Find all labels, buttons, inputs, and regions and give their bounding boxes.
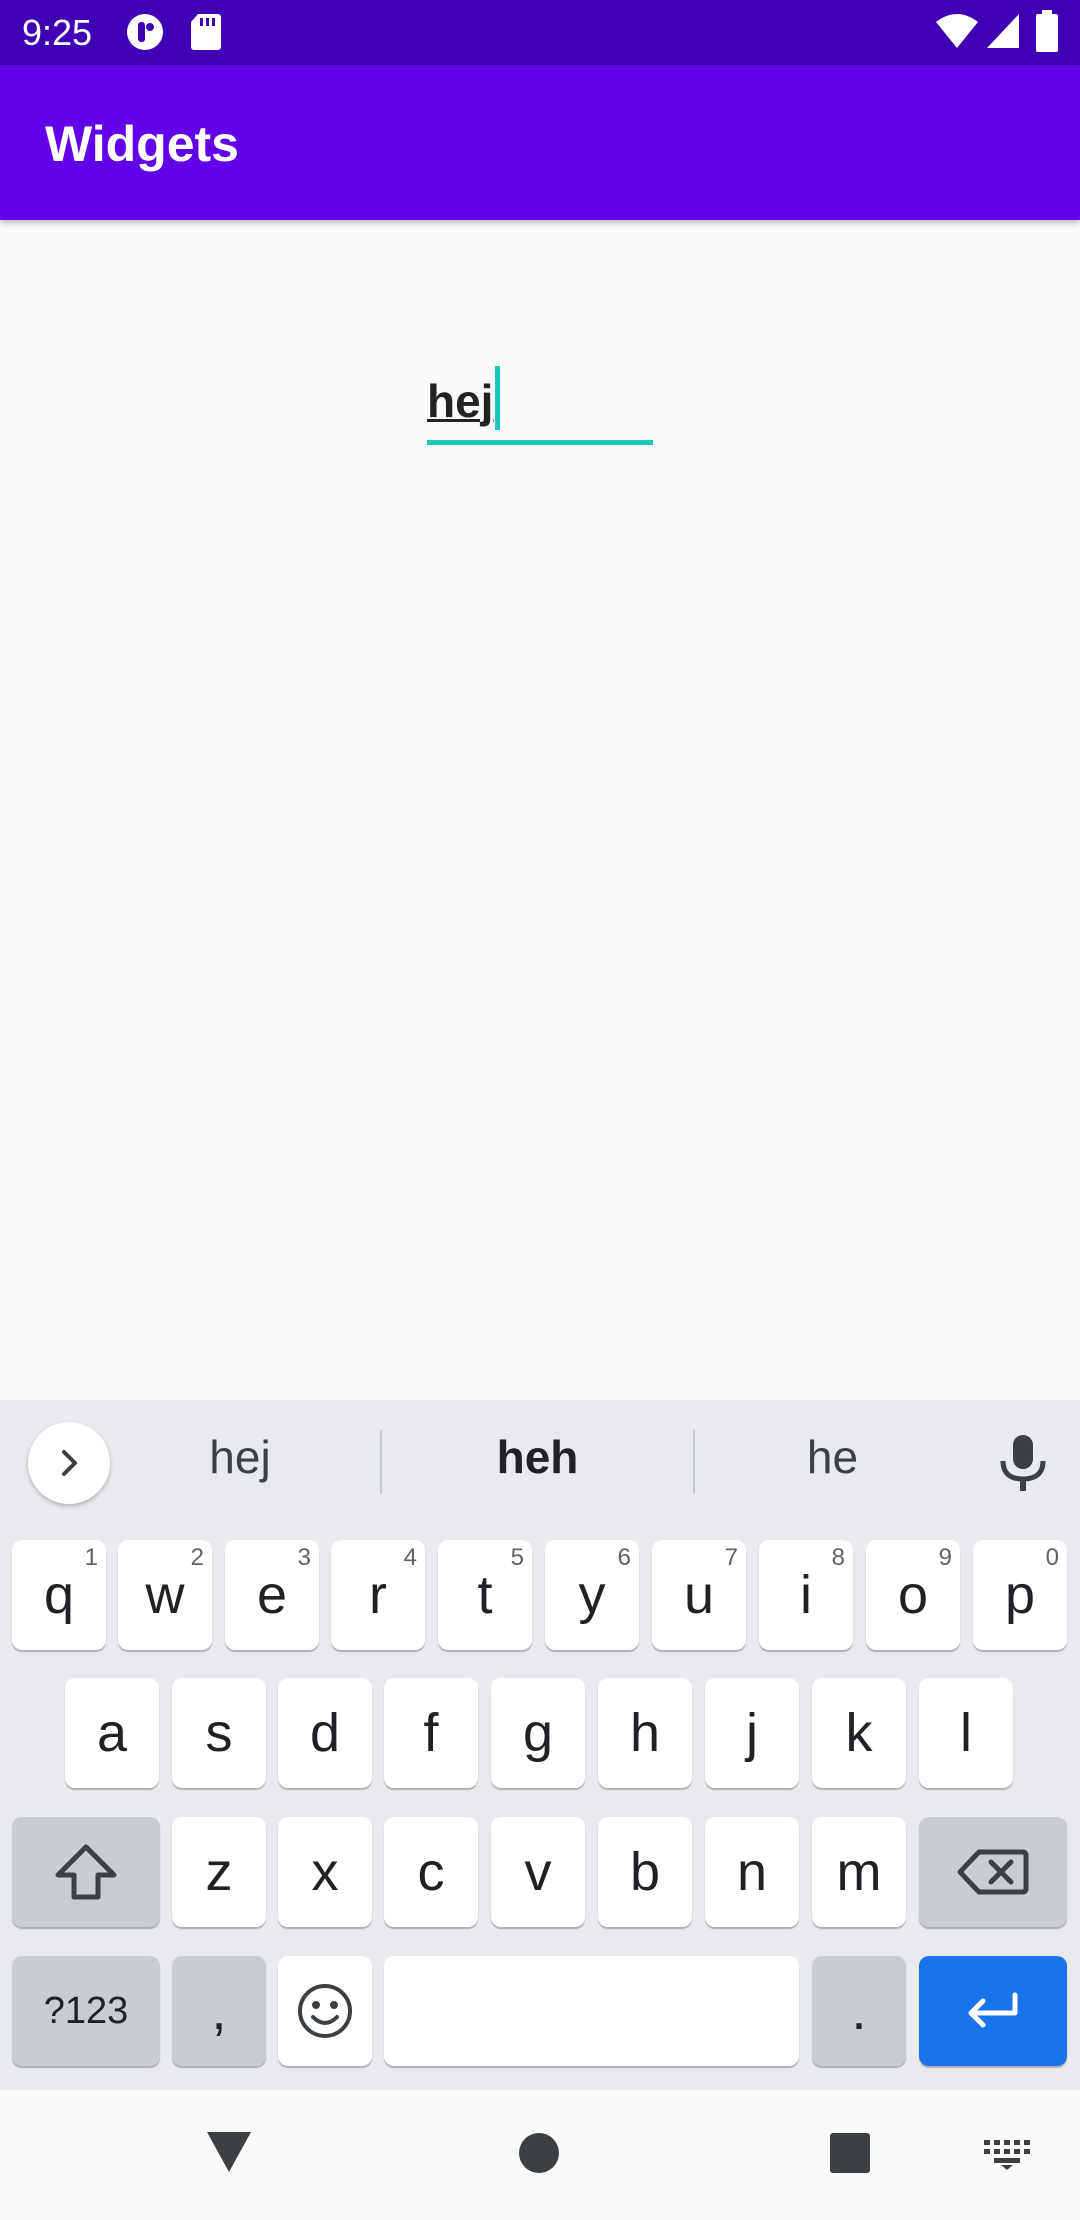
key-f[interactable]: f [384,1678,478,1788]
shift-key[interactable] [12,1817,160,1927]
key-h[interactable]: h [598,1678,692,1788]
suggestion-divider [380,1430,382,1494]
key-r[interactable]: r4 [331,1540,425,1650]
key-z[interactable]: z [172,1817,266,1927]
key-label: o [897,1565,929,1625]
key-label: u [683,1565,715,1625]
backspace-key[interactable] [919,1817,1067,1927]
suggestion-divider [693,1430,695,1494]
key-s[interactable]: s [172,1678,266,1788]
enter-icon [968,1992,1018,2028]
battery-icon [1035,10,1059,57]
key-u[interactable]: u7 [652,1540,746,1650]
key-label: p [1004,1565,1036,1625]
navigation-bar [0,2090,1080,2220]
enter-key[interactable] [919,1956,1067,2066]
key-q[interactable]: q1 [12,1540,106,1650]
key-l[interactable]: l [919,1678,1013,1788]
key-hint: 6 [617,1544,631,1571]
key-v[interactable]: v [491,1817,585,1927]
text-input[interactable]: hej [427,360,653,445]
home-icon[interactable] [518,2132,560,2179]
back-icon[interactable] [205,2130,253,2179]
key-d[interactable]: d [278,1678,372,1788]
key-hint: 0 [1045,1544,1059,1571]
key-i[interactable]: i8 [759,1540,853,1650]
key-k[interactable]: k [812,1678,906,1788]
comma-key[interactable]: , [172,1956,266,2066]
key-hint: 2 [190,1544,204,1571]
notification-app-icon [125,12,165,57]
key-m[interactable]: m [812,1817,906,1927]
key-hint: 1 [84,1544,98,1571]
key-c[interactable]: c [384,1817,478,1927]
chevron-right-icon [62,1450,77,1476]
key-label: y [578,1565,606,1625]
key-x[interactable]: x [278,1817,372,1927]
key-label: r [369,1565,387,1625]
expand-toolbar-button[interactable] [28,1422,110,1504]
suggestion-1[interactable]: hej [160,1430,320,1484]
cell-signal-icon [985,12,1021,55]
sd-card-icon [190,12,222,57]
wifi-icon [935,12,979,55]
emoji-key[interactable] [278,1956,372,2066]
suggestion-3[interactable]: he [760,1430,905,1484]
microphone-icon[interactable] [995,1433,1051,1498]
suggestion-2[interactable]: heh [455,1430,620,1484]
status-time: 9:25 [22,12,93,53]
recents-icon[interactable] [829,2132,871,2179]
text-input-value: hej [427,375,494,427]
key-t[interactable]: t5 [438,1540,532,1650]
symbols-key[interactable]: ?123 [12,1956,160,2066]
key-hint: 8 [831,1544,845,1571]
key-label: t [477,1565,493,1625]
key-hint: 4 [403,1544,417,1571]
key-n[interactable]: n [705,1817,799,1927]
key-label: q [43,1565,75,1625]
soft-keyboard: hej heh he q1 w2 e3 r4 t5 y6 u7 i8 o9 p0… [0,1400,1080,2090]
key-g[interactable]: g [491,1678,585,1788]
app-title: Widgets [45,116,239,172]
key-a[interactable]: a [65,1678,159,1788]
key-y[interactable]: y6 [545,1540,639,1650]
shift-icon [55,1844,117,1900]
key-o[interactable]: o9 [866,1540,960,1650]
key-j[interactable]: j [705,1678,799,1788]
key-b[interactable]: b [598,1817,692,1927]
key-hint: 7 [724,1544,738,1571]
text-cursor [495,366,500,430]
period-key[interactable]: . [812,1956,906,2066]
key-label: w [145,1565,185,1625]
key-label: e [256,1565,288,1625]
key-p[interactable]: p0 [973,1540,1067,1650]
key-e[interactable]: e3 [225,1540,319,1650]
key-label: i [800,1565,812,1625]
keyboard-switch-icon[interactable] [984,2140,1030,2175]
app-bar: Widgets [0,65,1080,220]
emoji-icon [298,1984,352,2038]
key-hint: 3 [297,1544,311,1571]
backspace-icon [957,1849,1029,1895]
space-key[interactable] [384,1956,799,2066]
key-hint: 9 [938,1544,952,1571]
status-bar: 9:25 [0,0,1080,65]
key-w[interactable]: w2 [118,1540,212,1650]
key-hint: 5 [510,1544,524,1571]
suggestion-bar: hej heh he [0,1400,1080,1530]
